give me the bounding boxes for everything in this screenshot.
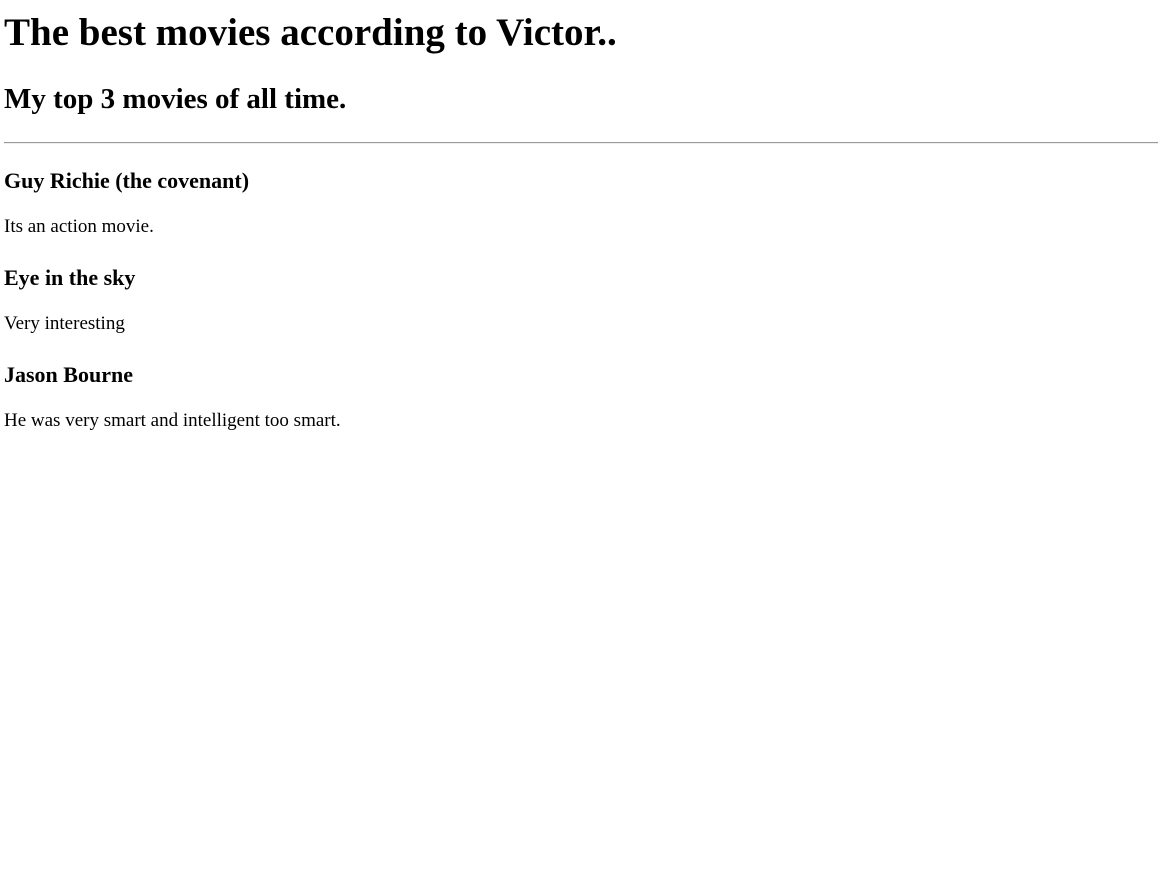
movie-item: Guy Richie (the covenant) Its an action … [4, 168, 1165, 238]
movie-title: Jason Bourne [4, 362, 133, 387]
movie-item: Eye in the sky Very interesting [4, 265, 1165, 335]
movie-description: Its an action movie. [4, 216, 154, 237]
movie-description: Very interesting [4, 313, 125, 334]
divider [4, 142, 1158, 144]
movie-description: He was very smart and intelligent too sm… [4, 410, 341, 431]
movie-item: Jason Bourne He was very smart and intel… [4, 362, 1165, 432]
movie-list: Guy Richie (the covenant) Its an action … [4, 168, 1165, 432]
page: The best movies according to Victor.. My… [0, 10, 1169, 432]
movie-title: Eye in the sky [4, 265, 136, 290]
movie-title: Guy Richie (the covenant) [4, 168, 250, 193]
page-subtitle: My top 3 movies of all time. [4, 83, 347, 115]
page-title: The best movies according to Victor.. [4, 11, 617, 54]
